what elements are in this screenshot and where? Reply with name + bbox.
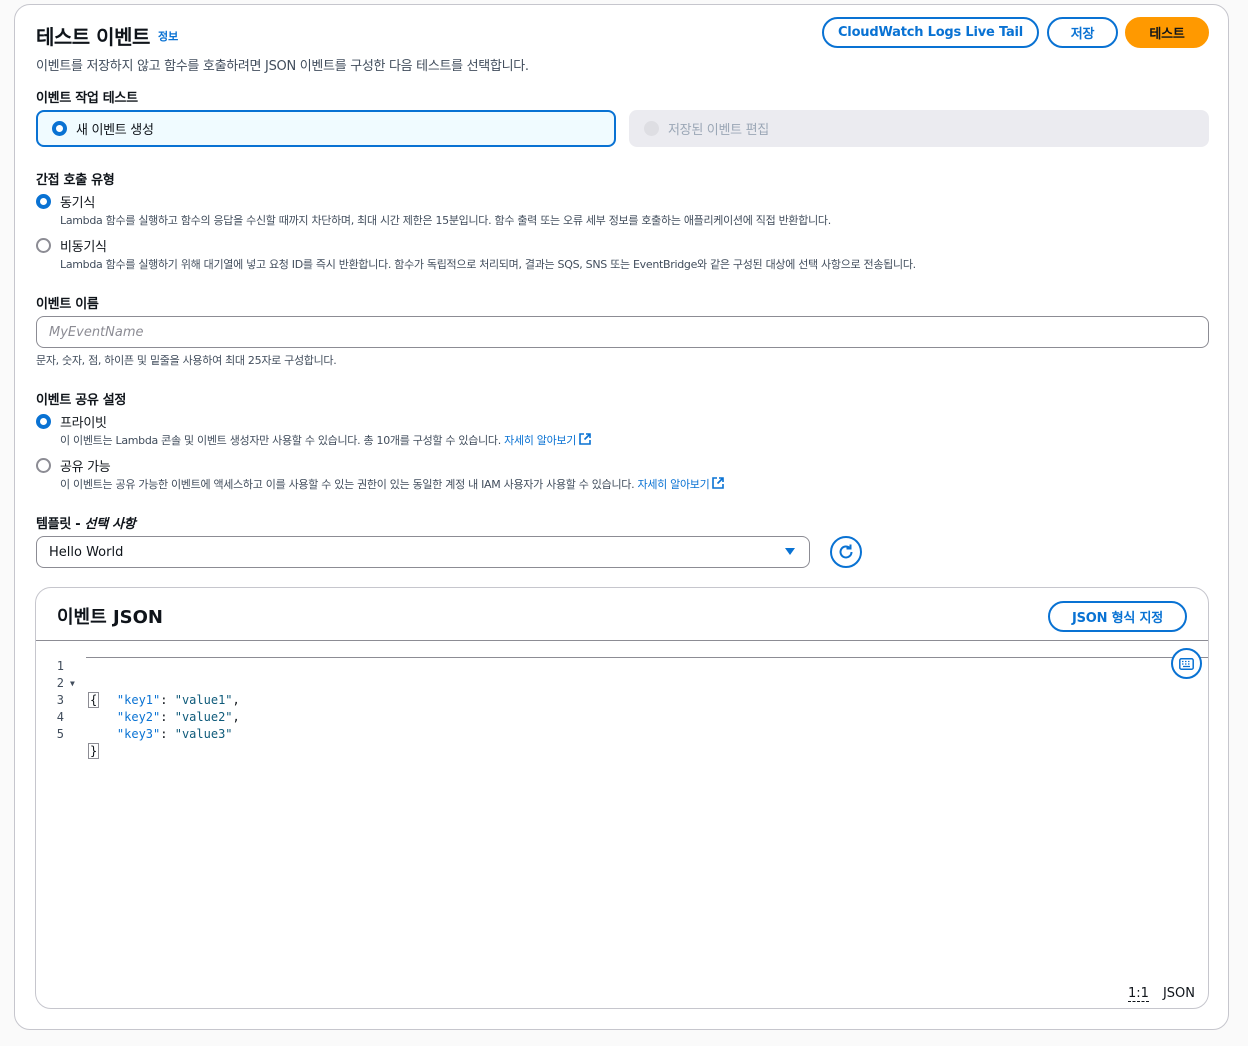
async-option-desc: Lambda 함수를 실행하기 위해 대기열에 넣고 요청 ID를 즉시 반환합… bbox=[60, 258, 916, 271]
tile-label: 새 이벤트 생성 bbox=[76, 123, 154, 138]
refresh-icon[interactable] bbox=[830, 536, 862, 568]
learn-more-link-private[interactable]: 자세히 알아보기 bbox=[504, 434, 576, 447]
template-label-optional: 선택 사항 bbox=[84, 517, 136, 532]
external-link-icon[interactable] bbox=[579, 433, 591, 445]
code-editor[interactable]: 1 ▼ { 2 "key1": "value1", 3 "key2": "val… bbox=[36, 641, 1208, 1008]
tile-create-new-event[interactable]: 새 이벤트 생성 bbox=[36, 110, 616, 147]
shareable-option-title[interactable]: 공유 가능 bbox=[60, 456, 111, 475]
code-line[interactable]: 4 "key3": "value3" bbox=[36, 692, 1208, 741]
editor-title: 이벤트 JSON bbox=[57, 607, 163, 628]
event-name-hint: 문자, 숫자, 점, 하이픈 및 밑줄을 사용하여 최대 25자로 구성합니다. bbox=[36, 354, 337, 367]
save-button[interactable]: 저장 bbox=[1047, 17, 1118, 48]
radio-private[interactable] bbox=[36, 414, 51, 429]
radio-sync[interactable] bbox=[36, 194, 51, 209]
page-subtitle: 이벤트를 저장하지 않고 함수를 호출하려면 JSON 이벤트를 구성한 다음 … bbox=[36, 59, 529, 74]
test-action-label: 이벤트 작업 테스트 bbox=[36, 91, 138, 106]
editor-status-bar: 1:1 JSON bbox=[1128, 986, 1195, 1002]
editor-language: JSON bbox=[1162, 986, 1195, 1001]
cursor-position[interactable]: 1:1 bbox=[1128, 986, 1149, 1002]
tile-label: 저장된 이벤트 편집 bbox=[668, 123, 769, 138]
radio-create-new-event[interactable] bbox=[52, 121, 67, 136]
test-button[interactable]: 테스트 bbox=[1125, 17, 1209, 48]
event-name-input[interactable] bbox=[49, 324, 1208, 340]
radio-async[interactable] bbox=[36, 238, 51, 253]
json-key: "key3" bbox=[116, 727, 161, 741]
event-name-label: 이벤트 이름 bbox=[36, 297, 99, 312]
template-select[interactable]: Hello World bbox=[36, 536, 810, 568]
cloudwatch-live-tail-button[interactable]: CloudWatch Logs Live Tail bbox=[822, 17, 1039, 48]
private-option-title[interactable]: 프라이빗 bbox=[60, 412, 107, 431]
shareable-option-desc: 이 이벤트는 공유 가능한 이벤트에 액세스하고 이를 사용할 수 있는 권한이… bbox=[60, 476, 725, 492]
template-label-text: 템플릿 - bbox=[36, 517, 85, 532]
event-json-editor-card: 이벤트 JSON JSON 형식 지정 1 ▼ { 2 "key1": "val… bbox=[35, 587, 1209, 1009]
invocation-type-label: 간접 호출 유형 bbox=[36, 173, 115, 188]
code-text: "key3": "value3" bbox=[116, 727, 233, 741]
radio-edit-saved-event bbox=[644, 121, 659, 136]
code-line[interactable]: 5 } bbox=[36, 709, 1208, 759]
private-option-desc: 이 이벤트는 Lambda 콘솔 및 이벤트 생성자만 사용할 수 있습니다. … bbox=[60, 432, 591, 448]
json-value: "value3" bbox=[174, 727, 233, 741]
info-link[interactable]: 정보 bbox=[158, 28, 178, 44]
brace-close: } bbox=[88, 743, 100, 759]
sync-option-desc: Lambda 함수를 실행하고 함수의 응답을 수신할 때까지 차단하며, 최대… bbox=[60, 214, 831, 227]
learn-more-link-shareable[interactable]: 자세히 알아보기 bbox=[638, 478, 710, 491]
sharing-label: 이벤트 공유 설정 bbox=[36, 393, 127, 408]
code-line[interactable]: 3 "key2": "value2", bbox=[36, 675, 1208, 724]
format-json-button[interactable]: JSON 형식 지정 bbox=[1048, 601, 1187, 632]
async-option-title[interactable]: 비동기식 bbox=[60, 236, 107, 255]
caret-down-icon bbox=[785, 548, 795, 555]
shareable-desc-text: 이 이벤트는 공유 가능한 이벤트에 액세스하고 이를 사용할 수 있는 권한이… bbox=[60, 478, 635, 491]
keyboard-icon[interactable] bbox=[1171, 648, 1202, 679]
template-select-value: Hello World bbox=[49, 544, 124, 560]
template-label: 템플릿 - 선택 사항 bbox=[36, 513, 136, 532]
radio-shareable[interactable] bbox=[36, 458, 51, 473]
code-line[interactable]: 2 "key1": "value1", bbox=[36, 658, 1208, 707]
line-number: 5 bbox=[56, 727, 64, 741]
sync-option-title[interactable]: 동기식 bbox=[60, 192, 95, 211]
page-title: 테스트 이벤트 bbox=[36, 25, 150, 49]
code-text: } bbox=[88, 743, 100, 760]
private-desc-text: 이 이벤트는 Lambda 콘솔 및 이벤트 생성자만 사용할 수 있습니다. … bbox=[60, 434, 501, 447]
external-link-icon[interactable] bbox=[712, 477, 725, 489]
test-event-panel: 테스트 이벤트 정보 이벤트를 저장하지 않고 함수를 호출하려면 JSON 이… bbox=[14, 4, 1229, 1030]
event-name-field[interactable] bbox=[36, 316, 1209, 348]
code-line[interactable]: 1 ▼ { bbox=[36, 641, 1208, 708]
tile-edit-saved-event: 저장된 이벤트 편집 bbox=[629, 110, 1209, 147]
